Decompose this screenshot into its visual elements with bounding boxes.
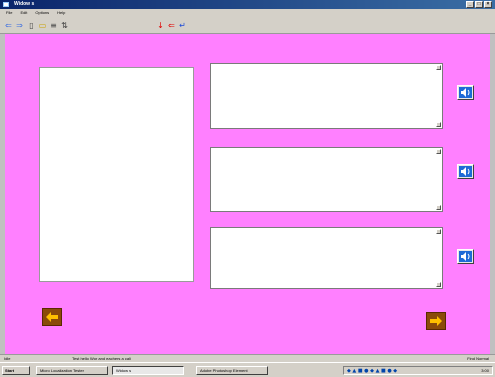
- window-title: Widow s: [14, 1, 35, 7]
- taskbar-item-label: Widow s: [116, 368, 132, 373]
- speaker-icon: [459, 87, 472, 98]
- previous-button[interactable]: [42, 308, 62, 326]
- picture-panel: [39, 67, 194, 282]
- taskbar-item-label: Adobe Photoshop Element: [200, 368, 248, 373]
- menu-options[interactable]: Options: [35, 9, 49, 17]
- speaker-icon: [459, 166, 472, 177]
- status-left: Idle: [4, 356, 11, 361]
- sort-icon[interactable]: ⇅: [60, 21, 69, 30]
- text-box-1[interactable]: [210, 63, 443, 129]
- speaker-button-2[interactable]: [457, 164, 474, 179]
- speaker-icon: [459, 251, 472, 262]
- menu-bar: File Edit Options Help: [0, 9, 495, 17]
- scroll-down-button[interactable]: [436, 205, 441, 210]
- text-box-3[interactable]: [210, 227, 443, 289]
- menu-help[interactable]: Help: [57, 9, 65, 17]
- right-arrow-icon: [430, 316, 442, 326]
- back-arrow-icon[interactable]: ⇐: [4, 21, 13, 30]
- text-box-2[interactable]: [210, 147, 443, 212]
- folder-icon[interactable]: ▭: [38, 21, 47, 30]
- scroll-up-button[interactable]: [436, 149, 441, 154]
- maximize-button[interactable]: □: [475, 1, 483, 8]
- status-bar: Idle Test hello Wor and eachers a cali F…: [0, 354, 495, 362]
- taskbar-item-photoshop[interactable]: Adobe Photoshop Element: [196, 366, 268, 375]
- list-icon[interactable]: ≡: [49, 21, 58, 30]
- clock: 3:00: [481, 368, 489, 373]
- taskbar-item-widows[interactable]: Widow s: [112, 366, 184, 375]
- close-button[interactable]: ×: [484, 1, 492, 8]
- forward-arrow-icon[interactable]: ⇒: [15, 21, 24, 30]
- content-area: [5, 34, 490, 354]
- next-button[interactable]: [426, 312, 446, 330]
- system-tray: ◆ ▲ ■ ● ◆ ▲ ■ ● ◆ 3:00: [343, 366, 493, 375]
- left-arrow-icon: [46, 312, 58, 322]
- menu-edit[interactable]: Edit: [20, 9, 27, 17]
- app-icon: [3, 2, 9, 7]
- page-icon[interactable]: ▯: [27, 21, 36, 30]
- speaker-button-3[interactable]: [457, 249, 474, 264]
- enter-arrow-icon[interactable]: ↵: [178, 21, 187, 30]
- start-button[interactable]: Start: [2, 366, 30, 375]
- title-bar: Widow s _ □ ×: [0, 0, 495, 9]
- scroll-down-button[interactable]: [436, 122, 441, 127]
- scroll-up-button[interactable]: [436, 65, 441, 70]
- taskbar-item-label: Micro Localization Tester: [40, 368, 84, 373]
- status-right: Find Normal: [467, 356, 489, 361]
- left-arrow-icon[interactable]: ⇐: [167, 21, 176, 30]
- menu-file[interactable]: File: [6, 9, 12, 17]
- scroll-up-button[interactable]: [436, 229, 441, 234]
- speaker-button-1[interactable]: [457, 85, 474, 100]
- taskbar: Start Micro Localization Tester Widow s …: [0, 362, 495, 377]
- minimize-button[interactable]: _: [466, 1, 474, 8]
- start-label: Start: [5, 368, 15, 373]
- taskbar-item-tester[interactable]: Micro Localization Tester: [36, 366, 108, 375]
- scroll-down-button[interactable]: [436, 282, 441, 287]
- status-message: Test hello Wor and eachers a cali: [72, 356, 131, 361]
- tray-icons[interactable]: ◆ ▲ ■ ● ◆ ▲ ■ ● ◆: [347, 368, 397, 375]
- toolbar: ⇐ ⇒ ▯ ▭ ≡ ⇅ ↓ ⇐ ↵: [0, 17, 495, 34]
- window-controls: _ □ ×: [466, 1, 492, 8]
- down-arrow-icon[interactable]: ↓: [156, 21, 165, 30]
